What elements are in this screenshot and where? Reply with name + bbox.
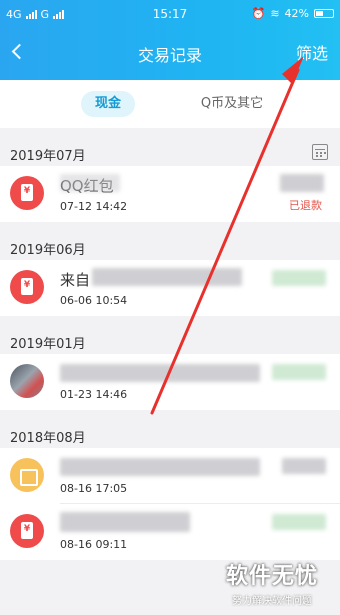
transaction-row[interactable]: 来自 06-06 10:54 — [0, 260, 340, 316]
filter-button[interactable]: 筛选 — [296, 40, 328, 64]
blurred-name — [92, 268, 242, 286]
red-envelope-icon — [10, 270, 44, 304]
blurred-name — [60, 458, 260, 476]
transaction-date: 01-23 14:46 — [60, 388, 128, 401]
battery-percent: 42% — [284, 7, 309, 20]
transaction-row[interactable]: QQ红包 07-12 14:42 已退款 — [0, 166, 340, 222]
calendar-icon[interactable] — [312, 144, 328, 160]
battery-icon — [314, 9, 334, 18]
avatar-photo-icon — [10, 364, 44, 398]
tab-cash[interactable]: 现金 — [81, 91, 135, 117]
blurred-amount — [272, 514, 326, 530]
blurred-amount — [272, 364, 326, 380]
status-bar: 4G G 15:17 ⏰ ≋ 42% — [0, 0, 340, 28]
transaction-date: 08-16 17:05 — [60, 482, 128, 495]
blurred-amount — [280, 174, 324, 192]
transaction-name: 来自 — [60, 271, 91, 289]
section-header: 2019年07月 — [0, 134, 340, 170]
transaction-row[interactable]: 08-16 17:05 — [0, 448, 340, 504]
header-bar: 4G G 15:17 ⏰ ≋ 42% 交易记录 筛选 — [0, 0, 340, 80]
section-month: 2018年08月 — [10, 431, 86, 446]
nav-row: 交易记录 筛选 — [0, 34, 340, 70]
tab-bar: 现金 Q币及其它 — [0, 80, 340, 128]
page-title: 交易记录 — [137, 46, 202, 65]
transaction-row[interactable]: 01-23 14:46 — [0, 354, 340, 410]
red-envelope-icon — [10, 514, 44, 548]
blurred-name — [60, 512, 190, 532]
watermark-title: 软件无忧 — [225, 564, 318, 589]
blurred-amount — [272, 270, 326, 286]
section-month: 2019年06月 — [10, 243, 86, 258]
watermark: 软件无忧 努力解决软件问题 — [216, 558, 328, 607]
blurred-name — [60, 174, 120, 192]
transaction-row[interactable]: 08-16 09:11 — [0, 504, 340, 560]
wifi-icon: ≋ — [270, 7, 280, 20]
tab-qcoin-other[interactable]: Q币及其它 — [192, 91, 272, 117]
red-envelope-icon — [10, 176, 44, 210]
watermark-subtitle: 努力解决软件问题 — [232, 596, 312, 607]
blurred-amount — [282, 458, 326, 474]
section-header: 2019年01月 — [0, 322, 340, 358]
transaction-status: 已退款 — [289, 199, 322, 212]
section-month: 2019年07月 — [10, 149, 86, 164]
section-header: 2018年08月 — [0, 416, 340, 452]
transaction-date: 06-06 10:54 — [60, 294, 128, 307]
shopping-bag-icon — [10, 458, 44, 492]
blurred-name — [60, 364, 260, 382]
transaction-date: 07-12 14:42 — [60, 200, 128, 213]
section-header: 2019年06月 — [0, 228, 340, 264]
section-month: 2019年01月 — [10, 337, 86, 352]
alarm-icon: ⏰ — [251, 7, 266, 20]
transaction-date: 08-16 09:11 — [60, 538, 128, 551]
